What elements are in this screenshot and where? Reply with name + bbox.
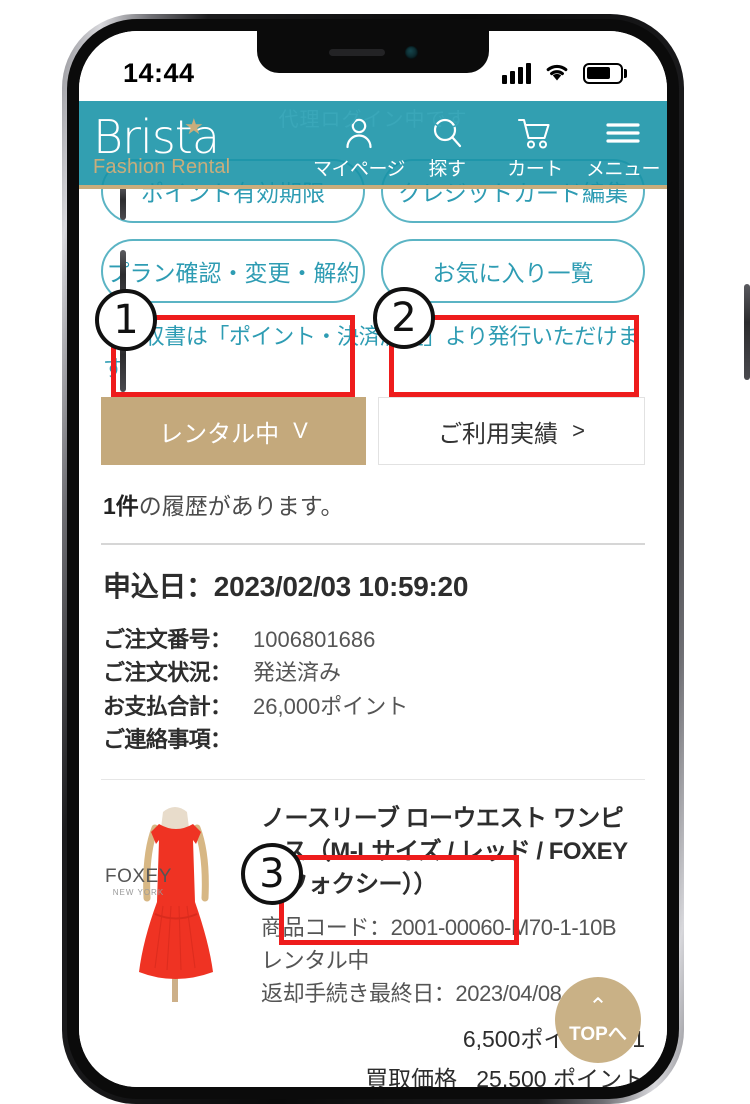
nav-label-menu: メニュー [585,159,661,180]
brand-watermark-sub: NEW YORK [112,887,165,897]
order-field: ご注文状況： 発送済み [103,656,645,689]
annotation-marker-1: 1 [95,289,157,351]
phone-bezel: 14:44 ポイント有効期限 クレジットカード編集 プラン確認・変更・解約 お気… [67,19,679,1099]
page-content: ポイント有効期限 クレジットカード編集 プラン確認・変更・解約 お気に入り一覧 … [79,159,667,1087]
phone-frame: 14:44 ポイント有効期限 クレジットカード編集 プラン確認・変更・解約 お気… [62,14,750,1104]
site-header: 代理ログイン中です ★ Brista Fashion Rental マイページ [79,101,667,189]
history-count: 1件の履歴があります。 [103,487,645,521]
order-field-value: 1006801686 [253,627,376,652]
status-indicators [501,60,627,87]
silent-switch[interactable] [120,186,126,220]
phone-notch [257,31,489,73]
order-field: ご注文番号： 1006801686 [103,623,645,656]
chevron-up-icon: ⌃ [588,992,608,1019]
quick-links-row-2: プラン確認・変更・解約 お気に入り一覧 [101,239,645,303]
order-field-key: ご注文番号： [103,627,232,652]
scroll-to-top-label: TOPへ [569,1023,627,1045]
order-field: ご連絡事項： [103,723,645,756]
nav-label-cart: カート [507,159,563,180]
brand-tagline: Fashion Rental [93,156,231,178]
buyout-label: 買取価格 [365,1066,458,1087]
product-status: レンタル中 [261,948,370,974]
dress-photo-icon [101,793,251,1004]
earpiece-speaker [328,48,385,56]
annotation-number: 1 [113,297,139,343]
order-field-value: 発送済み [253,660,342,686]
product-buyout: 買取価格 25,500 ポイント [261,1060,645,1087]
power-button[interactable] [744,284,750,380]
product-thumbnail[interactable]: FOXEY NEW YORK [101,793,251,1004]
rental-tab-label: レンタル中 [159,420,280,448]
brand-logo[interactable]: ★ Brista Fashion Rental [79,109,315,185]
rental-tab[interactable]: レンタル中 V [101,397,366,465]
page-body: ポイント有効期限 クレジットカード編集 プラン確認・変更・解約 お気に入り一覧 … [79,101,667,1087]
history-tabs: レンタル中 V ご利用実績 > [101,397,645,465]
order-apply-date: 申込日：2023/02/03 10:59:20 [103,571,469,602]
product-code: 商品コード：2001-00060-M70-1-10B [261,915,617,941]
buyout-value: 25,500 ポイント [476,1066,645,1087]
cellular-signal-icon [501,62,531,84]
nav-label-search: 探す [428,159,466,180]
order-field-key: ご連絡事項： [103,727,232,753]
history-count-value: 1件 [103,493,139,519]
annotation-number: 3 [259,851,285,897]
battery-icon [582,62,627,84]
product-title[interactable]: ノースリーブ ローウエスト ワンピース（M-Lサイズ / レッド / FOXEY… [261,802,645,901]
order-field-key: お支払合計： [103,693,232,719]
star-icon: ★ [184,113,204,139]
phone-screen: 14:44 ポイント有効期限 クレジットカード編集 プラン確認・変更・解約 お気… [79,31,667,1087]
order-field-list: ご注文番号： 1006801686 ご注文状況： 発送済み お支払合計： 26,… [103,623,645,757]
usage-history-tab[interactable]: ご利用実績 > [378,397,645,465]
order-field: お支払合計： 26,000ポイント [103,690,645,723]
front-camera [404,45,418,59]
brand-watermark: FOXEY [105,865,172,887]
brand-name: Brista [93,109,220,164]
chevron-down-icon: V [293,418,308,443]
history-count-suffix: の履歴があります。 [138,493,344,519]
divider [101,778,645,780]
chevron-right-icon: > [572,418,585,443]
order-field-value: 26,000ポイント [253,693,409,719]
status-time: 14:44 [123,57,195,88]
annotation-number: 2 [391,295,417,341]
divider [101,543,645,545]
scroll-to-top-button[interactable]: ⌃ TOPへ [555,977,641,1063]
nav-label-mypage: マイページ [312,159,406,180]
usage-history-tab-label: ご利用実績 [438,420,559,448]
annotation-marker-3: 3 [241,843,303,905]
annotation-marker-2: 2 [373,287,435,349]
wifi-icon [542,60,572,87]
order-field-key: ご注文状況： [103,660,232,686]
